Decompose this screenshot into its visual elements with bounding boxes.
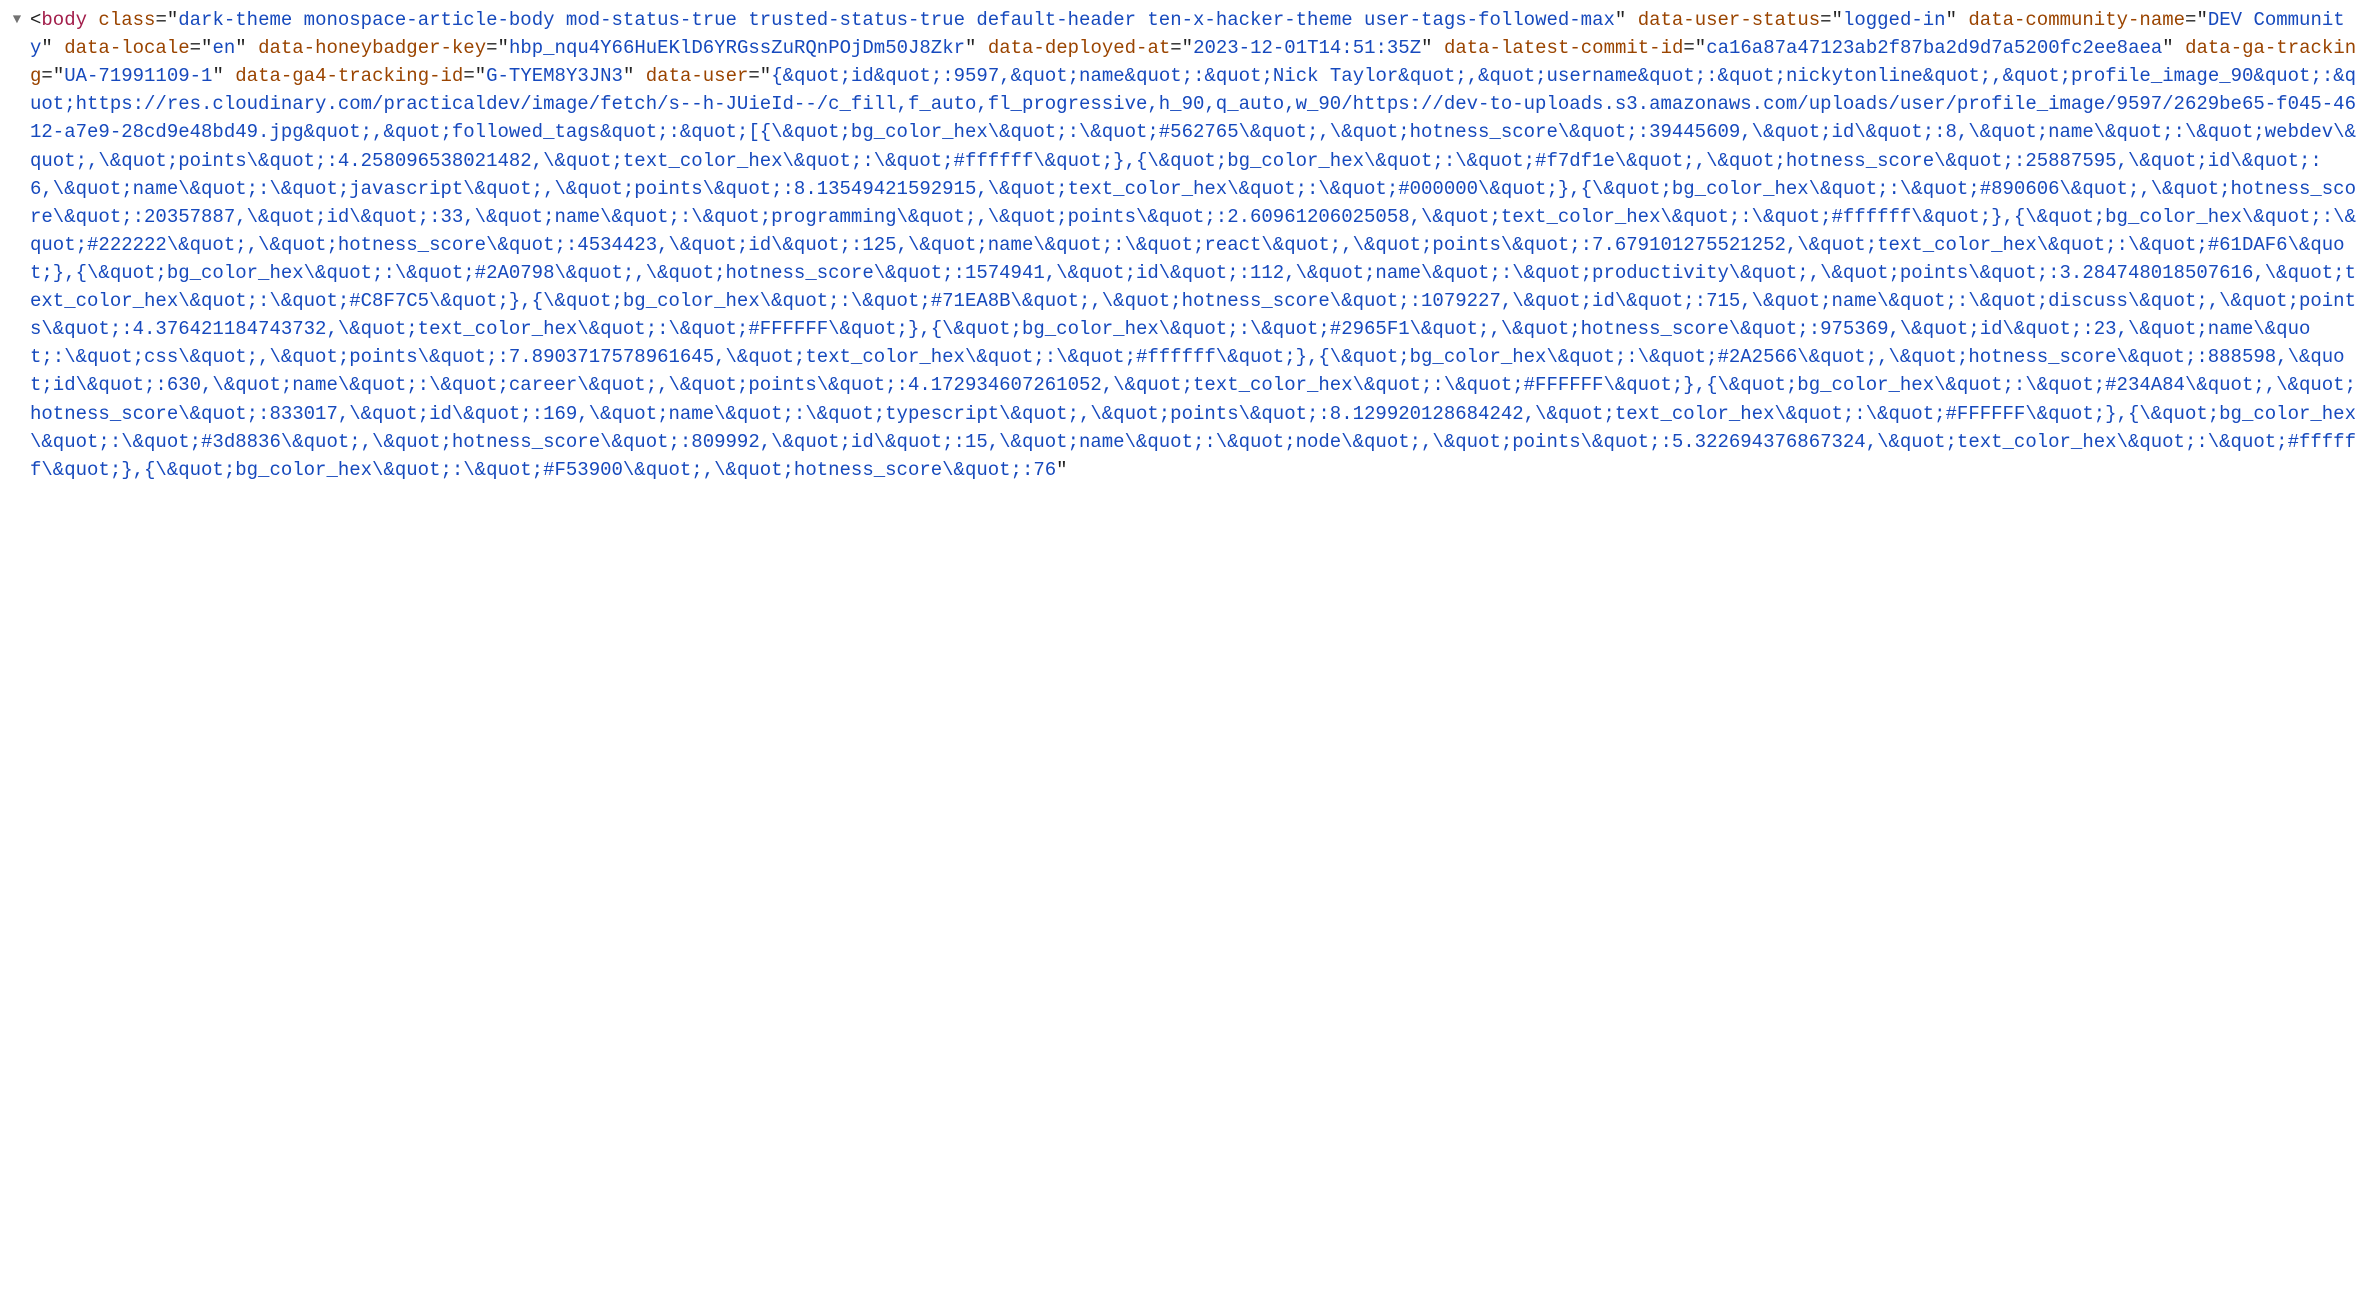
attr-name-1: data-user-status [1638, 9, 1820, 31]
attr-value-4: hbp_nqu4Y66HuEKlD6YRGssZuRQnPOjDm50J8Zkr [509, 37, 965, 59]
attr-name-4: data-honeybadger-key [258, 37, 486, 59]
attr-value-8: G-TYEM8Y3JN3 [486, 65, 623, 87]
body-tag-source[interactable]: <body class="dark-theme monospace-articl… [30, 6, 2366, 484]
chevron-down-icon: ▼ [13, 12, 21, 28]
attr-value-9: {&quot;id&quot;:9597,&quot;name&quot;:&q… [30, 65, 2356, 481]
attr-name-5: data-deployed-at [988, 37, 1170, 59]
dom-node-row[interactable]: ▼ <body class="dark-theme monospace-arti… [4, 6, 2366, 484]
attr-value-6: ca16a87a47123ab2f87ba2d9d7a5200fc2ee8aea [1706, 37, 2162, 59]
attr-value-3: en [212, 37, 235, 59]
attr-name-2: data-community-name [1968, 9, 2185, 31]
attr-name-0: class [98, 9, 155, 31]
expand-collapse-toggle[interactable]: ▼ [4, 6, 30, 31]
tag-name: body [41, 9, 87, 31]
attr-value-7: UA-71991109-1 [64, 65, 212, 87]
attr-name-8: data-ga4-tracking-id [235, 65, 463, 87]
attr-name-3: data-locale [64, 37, 189, 59]
attr-value-1: logged-in [1843, 9, 1946, 31]
attr-name-6: data-latest-commit-id [1444, 37, 1683, 59]
attr-value-0: dark-theme monospace-article-body mod-st… [178, 9, 1615, 31]
attr-value-5: 2023-12-01T14:51:35Z [1193, 37, 1421, 59]
angle-bracket-open: < [30, 9, 41, 31]
attr-name-9: data-user [646, 65, 749, 87]
